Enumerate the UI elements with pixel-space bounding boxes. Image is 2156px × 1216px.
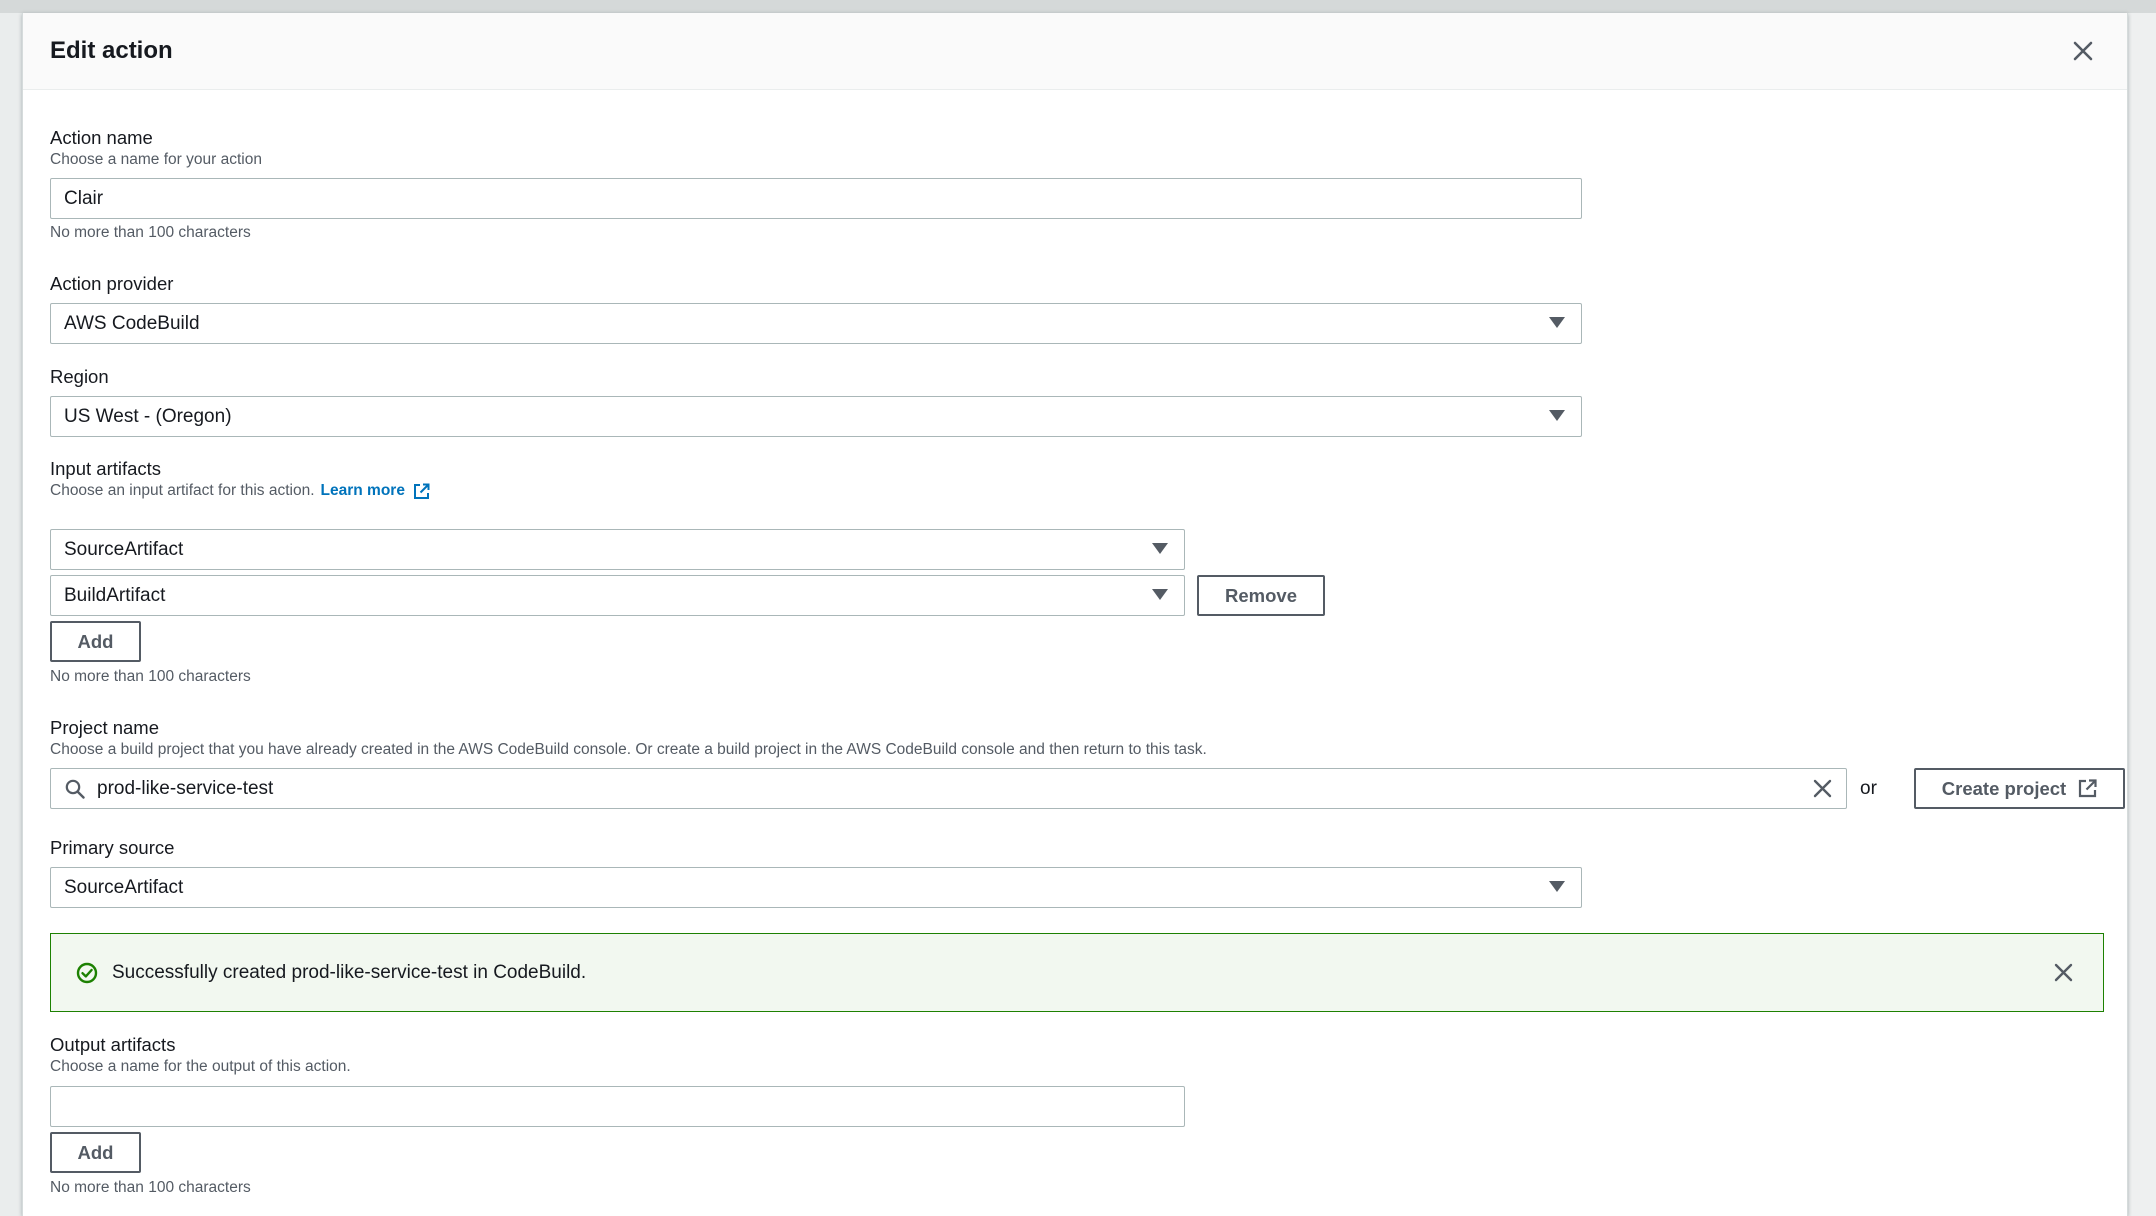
input-artifact-select-1[interactable]: SourceArtifact bbox=[50, 529, 1185, 570]
create-project-button[interactable]: Create project bbox=[1914, 768, 2125, 809]
action-provider-label: Action provider bbox=[50, 273, 174, 294]
region-label: Region bbox=[50, 366, 109, 387]
input-artifact-value-1: SourceArtifact bbox=[64, 538, 184, 560]
input-artifacts-description: Choose an input artifact for this action… bbox=[50, 482, 315, 499]
search-icon bbox=[65, 779, 85, 799]
background-top-bar bbox=[0, 0, 2156, 13]
external-link-icon[interactable] bbox=[413, 483, 430, 500]
learn-more-link[interactable]: Learn more bbox=[321, 481, 405, 501]
background-sidebar bbox=[0, 13, 22, 1216]
action-provider-select[interactable]: AWS CodeBuild bbox=[50, 303, 1582, 344]
input-artifacts-description-row: Choose an input artifact for this action… bbox=[50, 481, 430, 501]
edit-action-modal: Edit action Action name Choose a name fo… bbox=[22, 13, 2128, 1216]
caret-down-icon bbox=[1152, 543, 1168, 554]
clear-icon bbox=[1813, 779, 1832, 798]
region-select[interactable]: US West - (Oregon) bbox=[50, 396, 1582, 437]
close-icon bbox=[2073, 41, 2093, 61]
region-value: US West - (Oregon) bbox=[64, 405, 232, 427]
external-link-icon bbox=[2079, 779, 2097, 798]
close-icon bbox=[2054, 963, 2073, 982]
remove-artifact-button[interactable]: Remove bbox=[1197, 575, 1325, 616]
action-provider-value: AWS CodeBuild bbox=[64, 312, 200, 334]
input-artifacts-constraint: No more than 100 characters bbox=[50, 668, 251, 685]
action-name-value: Clair bbox=[64, 187, 104, 209]
add-input-artifact-button[interactable]: Add bbox=[50, 621, 141, 662]
modal-title: Edit action bbox=[50, 37, 173, 64]
primary-source-label: Primary source bbox=[50, 837, 175, 858]
project-name-value: prod-like-service-test bbox=[97, 777, 274, 799]
output-artifact-input[interactable] bbox=[50, 1086, 1185, 1127]
input-artifacts-label: Input artifacts bbox=[50, 458, 162, 479]
output-artifacts-description: Choose a name for the output of this act… bbox=[50, 1058, 351, 1075]
close-modal-button[interactable] bbox=[2067, 35, 2099, 67]
caret-down-icon bbox=[1549, 410, 1565, 421]
input-artifact-value-2: BuildArtifact bbox=[64, 584, 166, 606]
dismiss-alert-button[interactable] bbox=[2054, 963, 2073, 988]
caret-down-icon bbox=[1549, 881, 1565, 892]
alert-message: Successfully created prod-like-service-t… bbox=[112, 961, 587, 983]
primary-source-select[interactable]: SourceArtifact bbox=[50, 867, 1582, 908]
project-name-search-input[interactable]: prod-like-service-test bbox=[50, 768, 1847, 809]
action-name-description: Choose a name for your action bbox=[50, 151, 262, 168]
action-name-label: Action name bbox=[50, 127, 153, 148]
output-artifacts-constraint: No more than 100 characters bbox=[50, 1179, 251, 1196]
background-right-panel bbox=[2128, 13, 2156, 1216]
input-artifact-select-2[interactable]: BuildArtifact bbox=[50, 575, 1185, 616]
caret-down-icon bbox=[1152, 589, 1168, 600]
primary-source-value: SourceArtifact bbox=[64, 876, 184, 898]
add-output-artifact-button[interactable]: Add bbox=[50, 1132, 141, 1173]
modal-header: Edit action bbox=[23, 13, 2127, 90]
or-separator: or bbox=[1860, 778, 1877, 799]
project-name-label: Project name bbox=[50, 717, 159, 738]
action-name-input[interactable]: Clair bbox=[50, 178, 1582, 219]
check-circle-icon bbox=[76, 962, 98, 983]
caret-down-icon bbox=[1549, 317, 1565, 328]
output-artifacts-label: Output artifacts bbox=[50, 1034, 176, 1055]
create-project-label: Create project bbox=[1941, 777, 2067, 799]
action-name-constraint: No more than 100 characters bbox=[50, 224, 251, 241]
clear-search-button[interactable] bbox=[1813, 779, 1832, 804]
project-name-description: Choose a build project that you have alr… bbox=[50, 741, 1207, 758]
success-alert: Successfully created prod-like-service-t… bbox=[50, 933, 2104, 1012]
